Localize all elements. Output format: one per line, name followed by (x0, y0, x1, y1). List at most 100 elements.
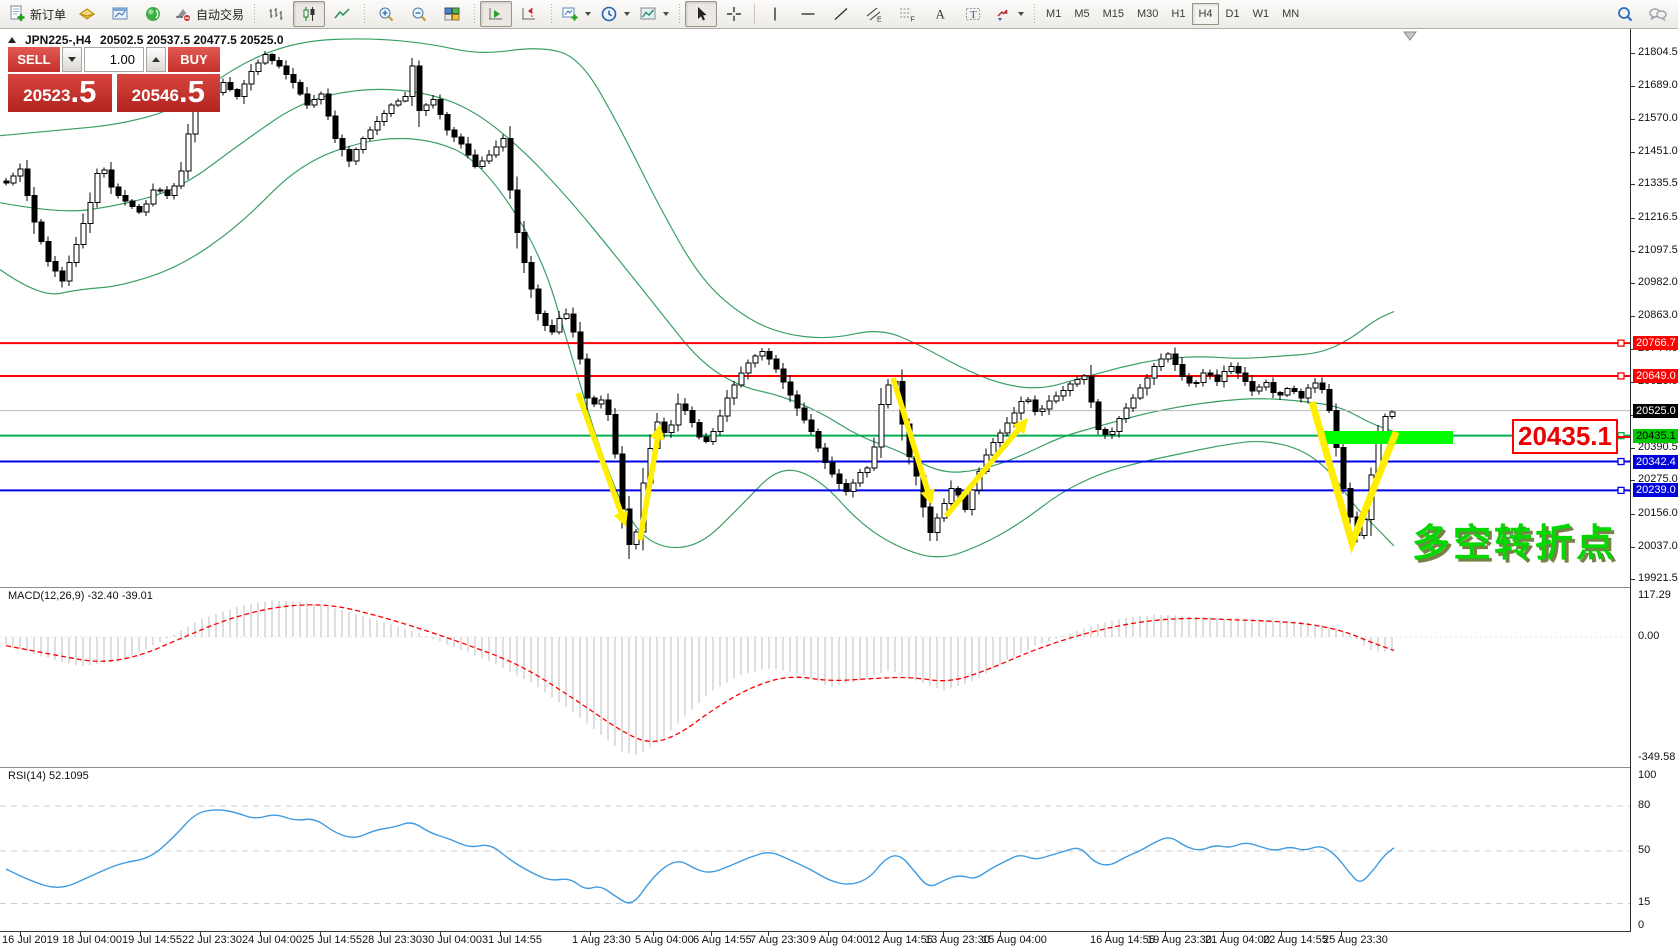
equidistant-channel-tool[interactable]: E (858, 1, 890, 27)
price-axis-label: 21689.0 (1638, 79, 1678, 91)
time-axis-label: 16 Aug 14:55 (1090, 934, 1155, 946)
timeframe-button-w1[interactable]: W1 (1247, 3, 1276, 25)
auto-trading-label: 自动交易 (196, 6, 244, 23)
chevron-down-icon (663, 12, 669, 16)
time-axis-label: 12 Aug 14:55 (868, 934, 933, 946)
price-tick (1631, 251, 1635, 252)
chart-shift-button[interactable] (513, 1, 545, 27)
one-click-panel-toggle[interactable] (8, 37, 16, 43)
text-tool[interactable]: A (924, 1, 956, 27)
candlestick-chart-button[interactable] (293, 1, 325, 27)
chart-symbol-period: JPN225-,H4 (25, 33, 91, 47)
market-depth-button[interactable] (71, 1, 103, 27)
price-axis-label: 20156.0 (1638, 507, 1678, 519)
new-chart-dropdown[interactable] (557, 1, 595, 27)
time-axis-label: 19 Aug 23:30 (1147, 934, 1212, 946)
fibonacci-tool[interactable]: F (891, 1, 923, 27)
volume-increase-button[interactable] (146, 47, 166, 72)
timeframe-button-h4[interactable]: H4 (1192, 3, 1218, 25)
time-axis-label: 16 Jul 2019 (2, 934, 59, 946)
timeframe-button-h1[interactable]: H1 (1165, 3, 1191, 25)
price-axis-label: 21804.5 (1638, 46, 1678, 58)
timeframe-button-mn[interactable]: MN (1276, 3, 1305, 25)
buy-price-display[interactable]: 20546.5 (117, 74, 221, 112)
toolbar: 新订单 自动交易 (0, 0, 1678, 29)
arrows-icon (994, 5, 1012, 23)
text-label-tool[interactable]: T (957, 1, 989, 27)
timeframe-bar: M1M5M15M30H1H4D1W1MN (1040, 3, 1305, 25)
hline-anchor[interactable] (1618, 373, 1624, 379)
zoom-in-button[interactable] (370, 1, 402, 27)
price-axis-label: 20390.5 (1638, 441, 1678, 453)
templates-dropdown[interactable] (635, 1, 673, 27)
volume-input[interactable] (84, 47, 144, 72)
toolbar-grip (677, 4, 681, 24)
crosshair-tool-button[interactable] (718, 1, 750, 27)
tile-windows-button[interactable] (436, 1, 468, 27)
timeframe-button-m30[interactable]: M30 (1131, 3, 1164, 25)
price-axis-label: 21451.0 (1638, 145, 1678, 157)
price-axis-badge: 20342.4 (1633, 455, 1678, 469)
rsi-line (6, 810, 1394, 903)
bar-chart-button[interactable] (260, 1, 292, 27)
line-chart-button[interactable] (326, 1, 358, 27)
sell-button[interactable]: SELL (8, 47, 60, 72)
arrows-dropdown[interactable] (990, 1, 1028, 27)
line-chart-icon (333, 5, 351, 23)
chart-window-button[interactable] (104, 1, 136, 27)
rsi-axis-label: 80 (1638, 799, 1650, 811)
time-axis-label: 31 Jul 14:55 (482, 934, 542, 946)
buy-button[interactable]: BUY (168, 47, 220, 72)
text-label-icon: T (964, 5, 982, 23)
timeframe-button-m5[interactable]: M5 (1068, 3, 1095, 25)
timeframe-button-m1[interactable]: M1 (1040, 3, 1067, 25)
search-button[interactable] (1609, 1, 1641, 27)
hline-anchor[interactable] (1618, 459, 1624, 465)
bollinger-lower-band (0, 138, 1394, 556)
channel-icon: E (865, 5, 883, 23)
main-chart-canvas[interactable] (0, 30, 1630, 586)
svg-text:A: A (936, 7, 946, 22)
trendline-icon (832, 5, 850, 23)
vertical-line-tool[interactable] (759, 1, 791, 27)
toolbar-grip (1032, 4, 1036, 24)
timeframe-button-d1[interactable]: D1 (1220, 3, 1246, 25)
time-axis[interactable]: 16 Jul 201918 Jul 04:0019 Jul 14:5522 Ju… (0, 931, 1631, 949)
price-tick (1631, 579, 1635, 580)
rsi-axis-label: 0 (1638, 919, 1644, 931)
vertical-line-icon (766, 5, 784, 23)
profiles-dropdown[interactable] (596, 1, 634, 27)
hline-anchor[interactable] (1618, 340, 1624, 346)
rsi-canvas[interactable] (0, 768, 1630, 930)
current-price-badge: 20525.0 (1633, 404, 1678, 418)
triangle-down-icon (68, 57, 76, 62)
time-axis-label: 30 Jul 04:00 (422, 934, 482, 946)
chat-button[interactable] (1642, 1, 1674, 27)
price-axis[interactable]: 21804.521689.021570.021451.021335.521216… (1630, 29, 1678, 931)
trendline-tool[interactable] (825, 1, 857, 27)
time-axis-label: 22 Jul 23:30 (182, 934, 242, 946)
auto-trading-button[interactable]: 自动交易 (170, 1, 248, 27)
svg-text:F: F (911, 17, 915, 24)
mt4-window: 新订单 自动交易 (0, 0, 1678, 948)
volume-decrease-button[interactable] (62, 47, 82, 72)
timeframe-button-m15[interactable]: M15 (1097, 3, 1130, 25)
rsi-axis-label: 15 (1638, 896, 1650, 908)
crosshair-icon (725, 5, 743, 23)
sell-price-display[interactable]: 20523.5 (8, 74, 112, 112)
template-icon (639, 5, 657, 23)
auto-scroll-button[interactable] (480, 1, 512, 27)
price-tick (1631, 316, 1635, 317)
sounds-button[interactable] (137, 1, 169, 27)
cursor-tool-button[interactable] (685, 1, 717, 27)
horizontal-line-tool[interactable] (792, 1, 824, 27)
hline-anchor[interactable] (1618, 487, 1624, 493)
zoom-out-button[interactable] (403, 1, 435, 27)
macd-axis-label: 0.00 (1638, 630, 1659, 642)
price-tick (1631, 283, 1635, 284)
time-axis-label: 22 Aug 14:55 (1263, 934, 1328, 946)
macd-canvas[interactable] (0, 588, 1630, 766)
chart-shift-marker[interactable] (1404, 32, 1416, 40)
time-axis-label: 24 Jul 04:00 (242, 934, 302, 946)
new-order-button[interactable]: 新订单 (4, 1, 70, 27)
